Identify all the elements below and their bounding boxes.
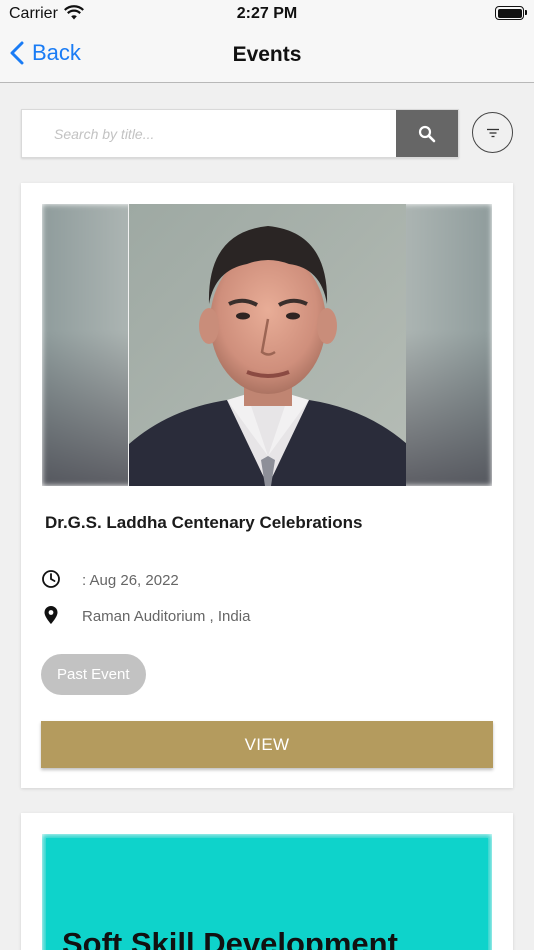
event-card[interactable]: Soft Skill Development	[21, 813, 513, 950]
clock: 2:27 PM	[236, 5, 298, 22]
event-image	[42, 204, 492, 486]
event-card[interactable]: Dr.G.S. Laddha Centenary Celebrations : …	[21, 183, 513, 788]
status-bar: Carrier 2:27 PM	[0, 0, 534, 26]
event-title: Dr.G.S. Laddha Centenary Celebrations	[45, 513, 363, 532]
battery-icon	[495, 6, 527, 20]
filter-button[interactable]	[472, 112, 513, 153]
navigation-bar: Back Events	[0, 26, 534, 83]
event-location: Raman Auditorium , India	[82, 608, 251, 625]
search-input[interactable]	[22, 110, 396, 157]
banner-text: Soft Skill Development	[62, 926, 398, 950]
search-bar	[21, 109, 459, 158]
event-date: : Aug 26, 2022	[82, 572, 179, 589]
filter-icon	[486, 128, 499, 137]
promo-banner: Soft Skill Development	[46, 838, 488, 950]
status-badge: Past Event	[41, 654, 146, 695]
location-pin-icon	[43, 605, 59, 630]
portrait-photo	[128, 204, 406, 486]
search-button[interactable]	[396, 110, 458, 157]
event-image: Soft Skill Development	[42, 834, 492, 950]
view-button[interactable]: VIEW	[41, 721, 493, 768]
search-icon	[418, 125, 436, 142]
page-title: Events	[232, 43, 302, 66]
clock-icon	[41, 569, 61, 594]
